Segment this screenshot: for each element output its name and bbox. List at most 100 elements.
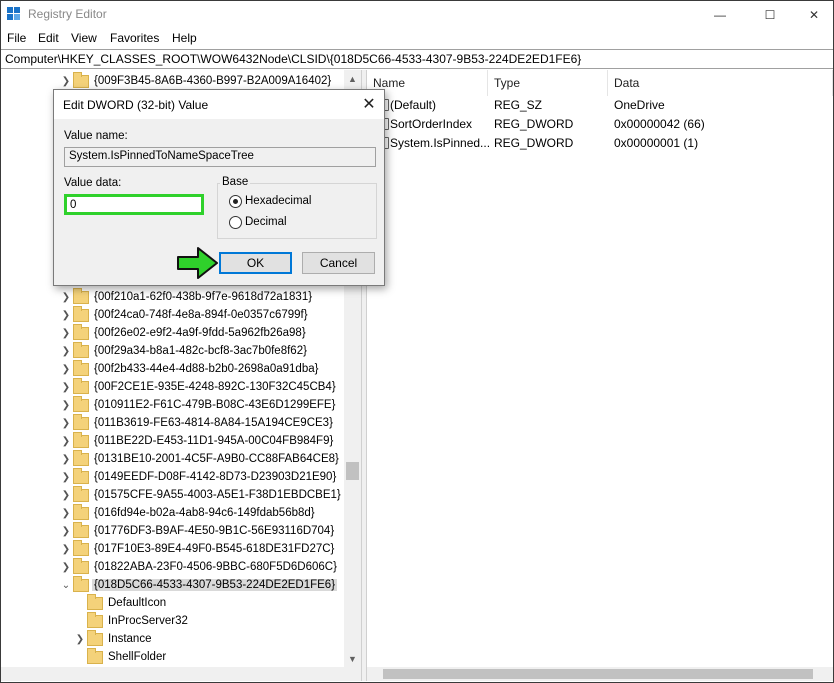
folder-icon	[73, 431, 89, 448]
tree-item-selected[interactable]: ⌄ {018D5C66-4533-4307-9B53-224DE2ED1FE6}	[59, 575, 338, 594]
tree-item[interactable]: ❯ {00f2b433-44e4-4d88-b2b0-2698a0a91dba}	[59, 359, 320, 378]
dialog-close-icon[interactable]: ✕	[358, 94, 380, 114]
menu-file[interactable]: File	[7, 31, 26, 45]
chevron-right-icon[interactable]: ❯	[59, 450, 73, 468]
chevron-right-icon[interactable]: ❯	[59, 288, 73, 306]
chevron-right-icon[interactable]: ❯	[73, 630, 87, 648]
chevron-right-icon[interactable]: ❯	[59, 360, 73, 378]
tree-item[interactable]: ❯ {009F3B45-8A6B-4360-B997-B2A009A16402}	[59, 71, 333, 90]
folder-icon	[73, 395, 89, 412]
value-row[interactable]: SortOrderIndex REG_DWORD 0x00000042 (66)	[367, 115, 833, 134]
chevron-right-icon[interactable]: ❯	[59, 486, 73, 504]
value-data-label: Value data:	[64, 177, 122, 189]
scroll-thumb[interactable]	[383, 669, 813, 679]
folder-icon	[73, 341, 89, 358]
address-bar[interactable]: Computer\HKEY_CLASSES_ROOT\WOW6432Node\C…	[1, 49, 833, 69]
tree-item[interactable]: ❯ {00f29a34-b8a1-482c-bcf8-3ac7b0fe8f62}	[59, 341, 309, 360]
values-list: Name Type Data (Default) REG_SZ OneDrive…	[367, 70, 833, 670]
chevron-right-icon[interactable]: ❯	[59, 342, 73, 360]
value-row[interactable]: System.IsPinned... REG_DWORD 0x00000001 …	[367, 134, 833, 153]
chevron-right-icon[interactable]: ❯	[59, 504, 73, 522]
tree-child-item[interactable]: DefaultIcon	[73, 593, 168, 612]
tree-item[interactable]: ❯ {017F10E3-89E4-49F0-B545-618DE31FD27C}	[59, 539, 336, 558]
chevron-right-icon[interactable]: ❯	[59, 522, 73, 540]
values-horizontal-scrollbar[interactable]	[367, 667, 833, 681]
hexadecimal-label[interactable]: Hexadecimal	[245, 195, 311, 207]
registry-editor-icon	[7, 7, 21, 21]
dialog-title-bar: Edit DWORD (32-bit) Value ✕	[54, 90, 384, 119]
tree-item[interactable]: ❯ {016fd94e-b02a-4ab8-94c6-149fdab56b8d}	[59, 503, 317, 522]
tree-item[interactable]: ❯ {00F2CE1E-935E-4248-892C-130F32C45CB4}	[59, 377, 338, 396]
folder-icon	[73, 377, 89, 394]
menu-help[interactable]: Help	[172, 31, 197, 45]
folder-icon	[73, 359, 89, 376]
chevron-right-icon[interactable]: ❯	[59, 306, 73, 324]
tree-item[interactable]: ❯ {01822ABA-23F0-4506-9BBC-680F5D6D606C}	[59, 557, 339, 576]
folder-icon	[73, 521, 89, 538]
menu-edit[interactable]: Edit	[38, 31, 59, 45]
folder-icon	[73, 539, 89, 556]
minimize-button[interactable]: —	[697, 1, 743, 28]
tree-item[interactable]: ❯ {00f26e02-e9f2-4a9f-9fdd-5a962fb26a98}	[59, 323, 308, 342]
value-name-label: Value name:	[64, 130, 128, 142]
base-label: Base	[220, 176, 251, 188]
menu-favorites[interactable]: Favorites	[110, 31, 159, 45]
scroll-up-icon[interactable]: ▲	[344, 70, 361, 87]
folder-icon	[73, 449, 89, 466]
tree-item[interactable]: ❯ {0131BE10-2001-4C5F-A9B0-CC88FAB64CE8}	[59, 449, 341, 468]
tree-child-item[interactable]: ❯ Instance	[73, 629, 153, 648]
tree-item[interactable]: ❯ {010911E2-F61C-479B-B08C-43E6D1299EFE}	[59, 395, 337, 414]
cancel-button[interactable]: Cancel	[302, 252, 375, 274]
decimal-radio[interactable]	[229, 216, 242, 229]
title-bar: Registry Editor — ☐ ✕	[1, 1, 833, 28]
ok-button[interactable]: OK	[219, 252, 292, 274]
folder-icon	[73, 323, 89, 340]
green-arrow-icon	[177, 247, 218, 279]
column-header-data[interactable]: Data	[608, 70, 833, 96]
value-row[interactable]: (Default) REG_SZ OneDrive	[367, 96, 833, 115]
tree-child-item[interactable]: InProcServer32	[73, 611, 190, 630]
scroll-thumb[interactable]	[346, 462, 359, 480]
folder-icon	[87, 593, 103, 610]
base-group	[217, 183, 377, 239]
chevron-right-icon[interactable]: ❯	[59, 324, 73, 342]
folder-icon	[73, 287, 89, 304]
maximize-button[interactable]: ☐	[747, 1, 793, 28]
tree-item[interactable]: ❯ {00f24ca0-748f-4e8a-894f-0e0357c6799f}	[59, 305, 310, 324]
tree-item[interactable]: ❯ {0149EEDF-D08F-4142-8D73-D23903D21E90}	[59, 467, 338, 486]
close-button[interactable]: ✕	[791, 1, 833, 28]
hexadecimal-radio[interactable]	[229, 195, 242, 208]
chevron-right-icon[interactable]: ❯	[59, 432, 73, 450]
menu-bar: File Edit View Favorites Help	[1, 29, 833, 48]
value-data-input[interactable]	[64, 194, 204, 215]
chevron-right-icon[interactable]: ❯	[59, 72, 73, 90]
tree-item[interactable]: ❯ {011B3619-FE63-4814-8A84-15A194CE9CE3}	[59, 413, 335, 432]
chevron-right-icon[interactable]: ❯	[59, 558, 73, 576]
chevron-right-icon[interactable]: ❯	[59, 414, 73, 432]
folder-icon	[73, 485, 89, 502]
tree-item[interactable]: ❯ {00f210a1-62f0-438b-9f7e-9618d72a1831}	[59, 287, 314, 306]
column-header-type[interactable]: Type	[488, 70, 608, 96]
tree-item[interactable]: ❯ {01575CFE-9A55-4003-A5E1-F38D1EBDCBE1}	[59, 485, 343, 504]
chevron-right-icon[interactable]: ❯	[59, 540, 73, 558]
scroll-down-icon[interactable]: ▼	[344, 650, 361, 667]
folder-icon	[73, 503, 89, 520]
decimal-label[interactable]: Decimal	[245, 216, 287, 228]
tree-item[interactable]: ❯ {011BE22D-E453-11D1-945A-00C04FB984F9}	[59, 431, 335, 450]
window-title: Registry Editor	[28, 7, 107, 21]
registry-editor-window: Registry Editor — ☐ ✕ File Edit View Fav…	[0, 0, 834, 683]
folder-icon	[73, 71, 89, 88]
tree-horizontal-scrollbar[interactable]	[1, 667, 361, 681]
chevron-right-icon[interactable]: ❯	[59, 468, 73, 486]
tree-item[interactable]: ❯ {01776DF3-B9AF-4E50-9B1C-56E93116D704}	[59, 521, 336, 540]
folder-icon	[73, 467, 89, 484]
column-header-name[interactable]: Name	[367, 70, 488, 96]
tree-child-item[interactable]: ShellFolder	[73, 647, 168, 666]
chevron-down-icon[interactable]: ⌄	[59, 576, 73, 594]
chevron-right-icon[interactable]: ❯	[59, 378, 73, 396]
dialog-title: Edit DWORD (32-bit) Value	[63, 98, 209, 112]
menu-view[interactable]: View	[71, 31, 97, 45]
chevron-right-icon[interactable]: ❯	[59, 396, 73, 414]
folder-icon	[87, 611, 103, 628]
folder-icon	[73, 305, 89, 322]
